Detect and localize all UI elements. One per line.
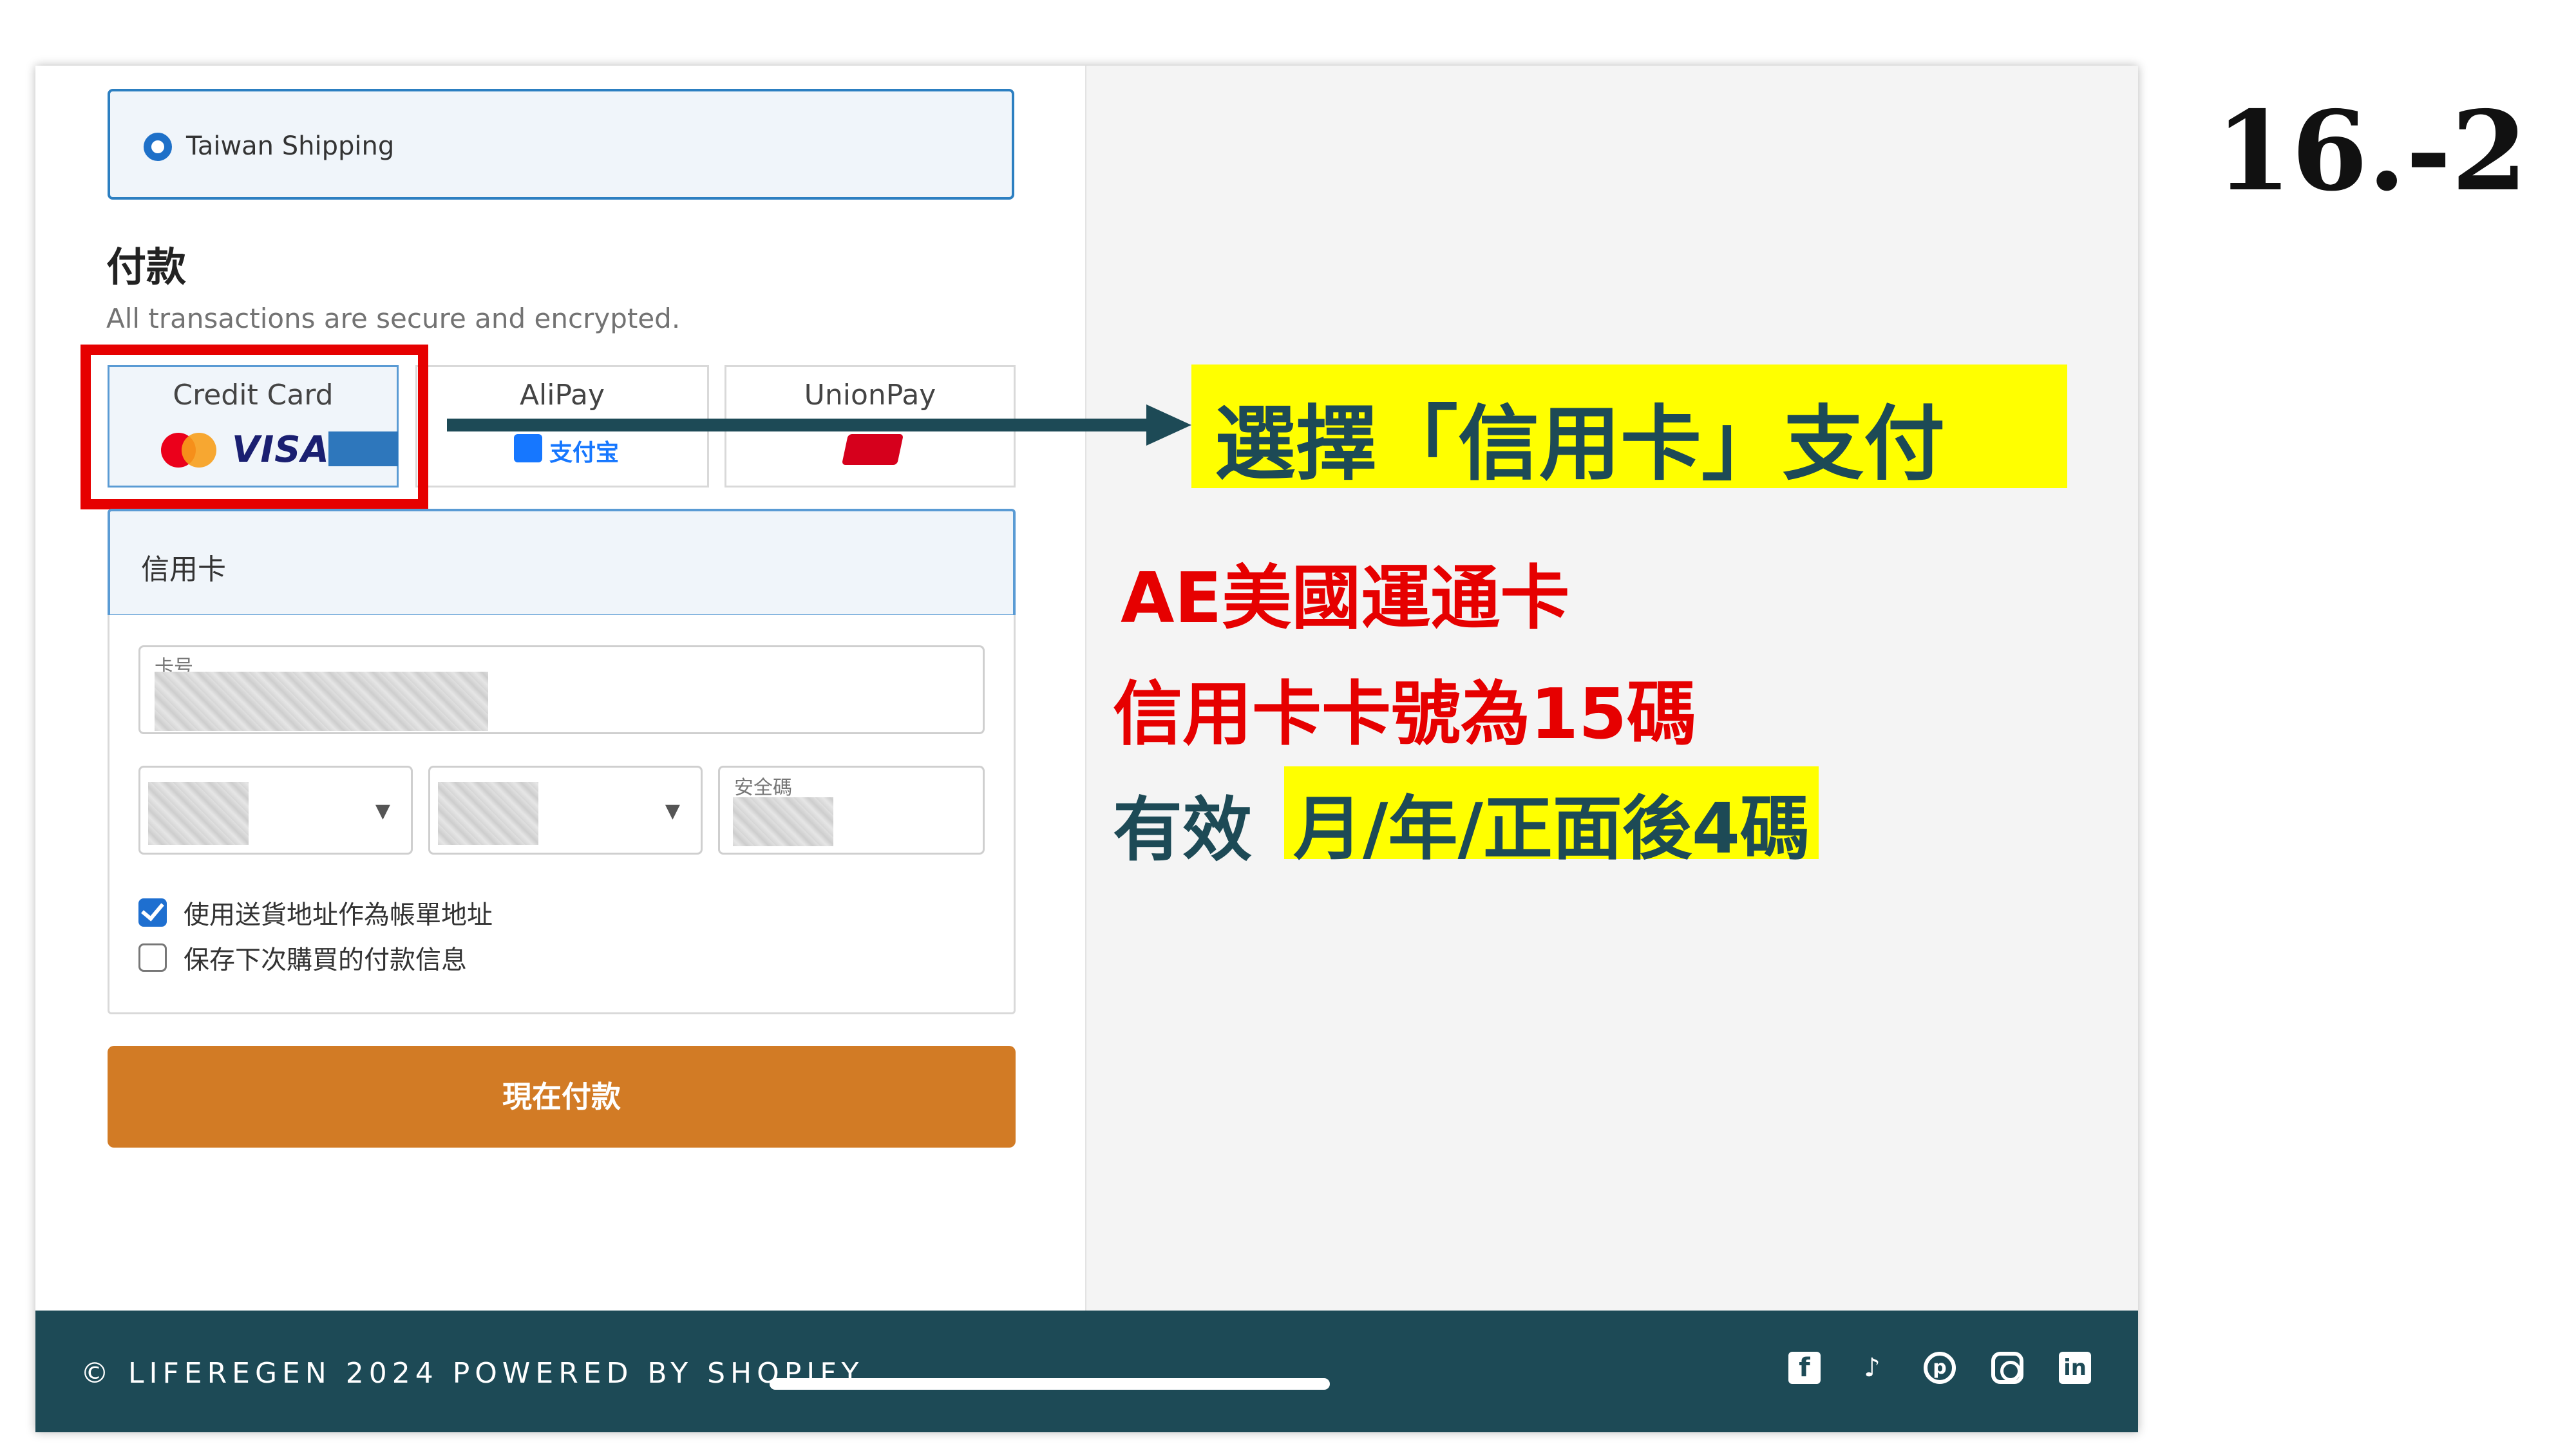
annotation-note-valid-highlight: 月/年/正面後4碼 bbox=[1284, 766, 1819, 869]
card-number-redacted bbox=[155, 672, 488, 731]
alipay-logo-text: 支付宝 bbox=[549, 440, 620, 466]
annotation-note-card-length: 信用卡卡號為15碼 bbox=[1113, 674, 1697, 755]
checkmark-icon bbox=[141, 897, 164, 922]
unionpay-icon bbox=[841, 434, 904, 465]
pay-now-button[interactable]: 現在付款 bbox=[108, 1046, 1016, 1148]
credit-card-section-header: 信用卡 bbox=[108, 509, 1016, 617]
credit-card-header-label: 信用卡 bbox=[141, 553, 226, 586]
security-code-redacted bbox=[733, 797, 833, 846]
shipping-option-label: Taiwan Shipping bbox=[186, 131, 395, 161]
credit-card-highlight-box bbox=[80, 345, 428, 509]
annotation-arrowhead bbox=[1146, 404, 1191, 446]
billing-same-as-shipping-label: 使用送貨地址作為帳單地址 bbox=[184, 900, 493, 930]
expiry-month-select[interactable]: ▼ bbox=[138, 766, 413, 855]
save-payment-checkbox[interactable] bbox=[138, 943, 167, 972]
slide-number: 16.-2 bbox=[2215, 87, 2528, 216]
shipping-option-taiwan[interactable]: Taiwan Shipping bbox=[108, 89, 1014, 200]
expiry-year-redacted bbox=[438, 782, 538, 845]
billing-same-as-shipping-checkbox[interactable] bbox=[138, 897, 167, 927]
alipay-icon bbox=[514, 434, 542, 462]
security-code-label: 安全碼 bbox=[734, 777, 792, 799]
expiry-month-redacted bbox=[148, 782, 249, 845]
tiktok-icon[interactable]: ♪ bbox=[1856, 1352, 1888, 1384]
security-code-input[interactable]: 安全碼 bbox=[718, 766, 985, 855]
chevron-down-icon: ▼ bbox=[375, 800, 390, 822]
pinterest-icon[interactable]: p bbox=[1924, 1352, 1956, 1384]
shipping-radio[interactable] bbox=[144, 133, 172, 161]
facebook-icon[interactable]: f bbox=[1788, 1352, 1821, 1384]
payment-tab-label: UnionPay bbox=[804, 379, 936, 412]
linkedin-icon[interactable]: in bbox=[2059, 1352, 2091, 1384]
payment-subtitle: All transactions are secure and encrypte… bbox=[106, 303, 681, 334]
card-number-input[interactable]: 卡号 bbox=[138, 645, 985, 734]
home-indicator-bar bbox=[770, 1378, 1330, 1390]
payment-title: 付款 bbox=[106, 243, 187, 290]
save-payment-label: 保存下次購買的付款信息 bbox=[184, 945, 467, 975]
chevron-down-icon: ▼ bbox=[665, 800, 680, 822]
footer-copyright: © LIFEREGEN 2024 POWERED BY SHOPIFY bbox=[80, 1357, 864, 1390]
payment-tab-label: AliPay bbox=[519, 379, 605, 412]
instagram-icon[interactable] bbox=[1991, 1352, 2023, 1384]
annotation-note-amex: AE美國運通卡 bbox=[1121, 558, 1570, 639]
footer: © LIFEREGEN 2024 POWERED BY SHOPIFY f ♪ … bbox=[35, 1311, 2138, 1432]
annotation-callout: 選擇「信用卡」支付 bbox=[1191, 365, 2067, 491]
expiry-year-select[interactable]: ▼ bbox=[428, 766, 703, 855]
checkout-screenshot: Taiwan Shipping 付款 All transactions are … bbox=[35, 66, 2138, 1432]
annotation-note-valid-prefix: 有效 bbox=[1113, 790, 1253, 871]
annotation-arrow bbox=[447, 419, 1155, 431]
callout-text: 選擇「信用卡」支付 bbox=[1215, 397, 1945, 491]
